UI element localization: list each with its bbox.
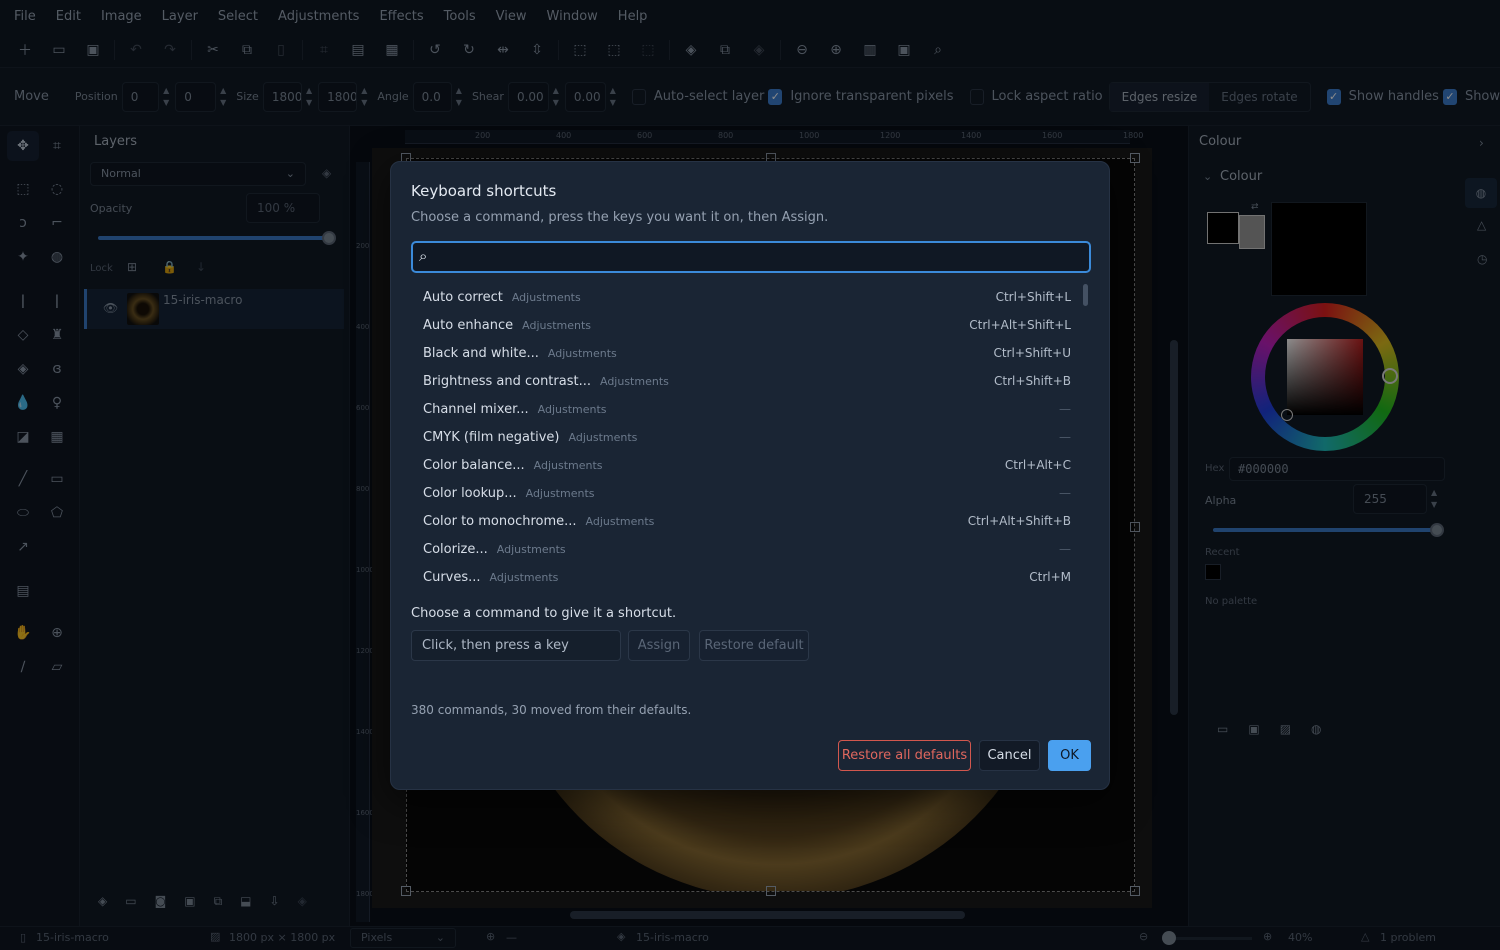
command-name: Color balance... (423, 457, 525, 473)
command-category: Adjustments (533, 458, 603, 472)
command-category: Adjustments (496, 542, 566, 556)
assign-button[interactable]: Assign (628, 630, 690, 661)
command-shortcut: Ctrl+Alt+Shift+L (969, 318, 1071, 332)
command-shortcut: Ctrl+Alt+C (1004, 458, 1071, 472)
command-name: Channel mixer... (423, 401, 529, 417)
command-list-scrollbar[interactable] (1083, 284, 1088, 306)
command-shortcut: Ctrl+M (1029, 570, 1071, 584)
command-row[interactable]: Colorize... Adjustments — (411, 535, 1091, 563)
command-shortcut: — (1059, 542, 1071, 556)
command-row[interactable]: Color lookup... Adjustments — (411, 479, 1091, 507)
command-category: Adjustments (568, 430, 638, 444)
command-name: CMYK (film negative) (423, 429, 560, 445)
command-name: Brightness and contrast... (423, 373, 591, 389)
command-category: Adjustments (537, 402, 607, 416)
shortcut-key-placeholder: Click, then press a key (422, 638, 569, 653)
command-shortcut: — (1059, 486, 1071, 500)
command-name: Curves... (423, 569, 481, 585)
command-category: Adjustments (547, 346, 617, 360)
command-row[interactable]: Auto correct Adjustments Ctrl+Shift+L (411, 283, 1091, 311)
keyboard-shortcuts-dialog: Keyboard shortcuts Choose a command, pre… (390, 161, 1110, 790)
command-category: Adjustments (525, 486, 595, 500)
command-row[interactable]: Auto enhance Adjustments Ctrl+Alt+Shift+L (411, 311, 1091, 339)
command-row[interactable]: CMYK (film negative) Adjustments — (411, 423, 1091, 451)
app-window: File Edit Image Layer Select Adjustments Effec… (0, 0, 1500, 950)
search-icon: ⌕ (419, 247, 428, 265)
command-shortcut: — (1059, 402, 1071, 416)
command-shortcut: Ctrl+Shift+B (994, 374, 1071, 388)
command-row[interactable]: Color to monochrome... Adjustments Ctrl+Al… (411, 507, 1091, 535)
command-list: Auto correct Adjustments Ctrl+Shift+L Auto … (411, 283, 1091, 589)
command-shortcut: — (1059, 430, 1071, 444)
dialog-subtitle: Choose a command, press the keys you wan… (411, 210, 829, 225)
command-name: Black and white... (423, 345, 539, 361)
command-name: Colorize... (423, 541, 488, 557)
command-name: Auto correct (423, 289, 503, 305)
restore-default-button[interactable]: Restore default (699, 630, 809, 661)
command-name: Color to monochrome... (423, 513, 577, 529)
restore-all-defaults-button[interactable]: Restore all defaults (838, 740, 971, 771)
command-name: Color lookup... (423, 485, 517, 501)
command-count-text: 380 commands, 30 moved from their defaul… (411, 703, 692, 717)
command-row[interactable]: Color balance... Adjustments Ctrl+Alt+C (411, 451, 1091, 479)
command-category: Adjustments (599, 374, 669, 388)
command-search-input[interactable]: ⌕ (411, 241, 1091, 273)
command-shortcut: Ctrl+Shift+L (995, 290, 1071, 304)
command-category: Adjustments (585, 514, 655, 528)
command-row[interactable]: Black and white... Adjustments Ctrl+Shift+… (411, 339, 1091, 367)
cancel-button[interactable]: Cancel (979, 740, 1040, 771)
shortcut-key-field[interactable]: Click, then press a key (411, 630, 621, 661)
command-category: Adjustments (522, 318, 592, 332)
choose-command-label: Choose a command to give it a shortcut. (411, 606, 677, 621)
command-category: Adjustments (489, 570, 559, 584)
command-shortcut: Ctrl+Shift+U (993, 346, 1071, 360)
command-row[interactable]: Channel mixer... Adjustments — (411, 395, 1091, 423)
command-row[interactable]: Brightness and contrast... Adjustments Ctr… (411, 367, 1091, 395)
dialog-title: Keyboard shortcuts (411, 182, 557, 200)
command-shortcut: Ctrl+Alt+Shift+B (967, 514, 1071, 528)
command-name: Auto enhance (423, 317, 514, 333)
command-category: Adjustments (511, 290, 581, 304)
command-row[interactable]: Curves... Adjustments Ctrl+M (411, 563, 1091, 589)
ok-button[interactable]: OK (1048, 740, 1091, 771)
